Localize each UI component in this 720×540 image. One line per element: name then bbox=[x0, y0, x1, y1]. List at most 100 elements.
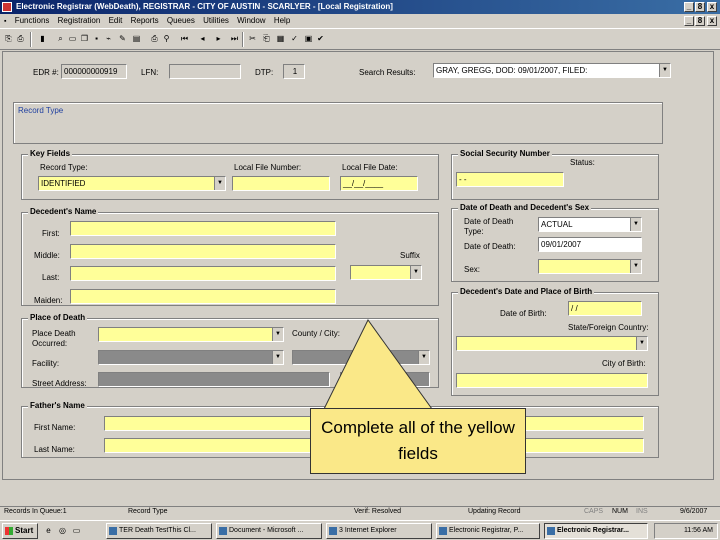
street-address-field[interactable] bbox=[98, 372, 330, 387]
first-record-icon[interactable]: ⏮ bbox=[180, 34, 189, 44]
chevron-down-icon[interactable]: ▼ bbox=[636, 337, 647, 350]
notes-icon[interactable]: ▦ bbox=[276, 34, 285, 44]
spell-check-icon[interactable]: ✓ bbox=[290, 34, 299, 44]
prev-record-icon[interactable]: ◂ bbox=[198, 34, 207, 44]
ie-icon[interactable]: e bbox=[44, 526, 53, 536]
pin-icon[interactable]: ⚲ bbox=[162, 34, 171, 44]
menu-functions[interactable]: Functions bbox=[15, 16, 50, 25]
suffix-label: Suffix bbox=[400, 251, 420, 260]
next-record-icon[interactable]: ▸ bbox=[214, 34, 223, 44]
outlook-icon[interactable]: ◎ bbox=[58, 526, 67, 536]
local-file-number-field[interactable] bbox=[232, 176, 330, 191]
status-queue: Records In Queue:1 bbox=[4, 508, 67, 515]
place-death-dropdown[interactable]: ▼ bbox=[98, 327, 284, 342]
dtp-label: DTP: bbox=[255, 68, 274, 77]
cut-icon[interactable]: ✂ bbox=[248, 34, 257, 44]
dod-field[interactable]: 09/01/2007 bbox=[538, 237, 642, 252]
menu-reports[interactable]: Reports bbox=[131, 16, 159, 25]
last-record-icon[interactable]: ⏭ bbox=[230, 34, 239, 44]
suffix-dropdown[interactable]: ▼ bbox=[350, 265, 422, 280]
start-button[interactable]: Start bbox=[2, 523, 38, 539]
menu-window[interactable]: Window bbox=[237, 16, 265, 25]
desktop-icon[interactable]: ▭ bbox=[72, 526, 81, 536]
status-verify: Verif: Resolved bbox=[354, 508, 402, 515]
record-type-dropdown[interactable]: IDENTIFIED ▼ bbox=[38, 176, 226, 191]
attach-icon[interactable]: ⌁ bbox=[104, 34, 113, 44]
dod-type-label: Date of Death Type: bbox=[464, 217, 514, 236]
first-name-field[interactable] bbox=[70, 221, 336, 236]
chevron-down-icon[interactable]: ▼ bbox=[272, 351, 283, 364]
chevron-down-icon[interactable]: ▼ bbox=[659, 64, 670, 77]
menu-doc-icon: ▪ bbox=[4, 18, 7, 25]
doc-close-button[interactable]: x bbox=[707, 16, 717, 26]
window-icon[interactable]: ▤ bbox=[132, 34, 141, 44]
callout-note: Complete all of the yellow fields bbox=[310, 408, 526, 474]
sex-label: Sex: bbox=[464, 265, 481, 274]
dob-field[interactable]: / / bbox=[568, 301, 642, 316]
check-icon[interactable]: ✔ bbox=[316, 34, 325, 44]
task-app-icon bbox=[547, 527, 555, 535]
date-of-death-group: Date of Death and Decedent's Sex Date of… bbox=[451, 203, 659, 282]
chevron-down-icon[interactable]: ▼ bbox=[410, 266, 421, 279]
start-label: Start bbox=[15, 526, 34, 535]
facility-label: Facility: bbox=[32, 359, 60, 368]
menu-edit[interactable]: Edit bbox=[109, 16, 123, 25]
task-electronic-registrar-active[interactable]: Electronic Registrar... bbox=[544, 523, 648, 539]
lock-icon[interactable]: ▮ bbox=[38, 34, 47, 44]
clipboard-icon[interactable]: ▣ bbox=[304, 34, 313, 44]
birth-title: Decedent's Date and Place of Birth bbox=[458, 287, 595, 296]
menu-utilities[interactable]: Utilities bbox=[203, 16, 229, 25]
task-electronic-registrar[interactable]: Electronic Registrar, P... bbox=[436, 523, 540, 539]
minimize-button[interactable]: _ bbox=[684, 2, 694, 12]
binoculars-icon[interactable]: ⌕ bbox=[56, 34, 65, 44]
city-of-birth-field[interactable] bbox=[456, 373, 648, 388]
dod-type-value: ACTUAL bbox=[541, 220, 573, 229]
status-caps: CAPS bbox=[584, 508, 604, 515]
app-icon bbox=[2, 2, 12, 12]
chevron-down-icon[interactable]: ▼ bbox=[214, 177, 225, 190]
callout-pointer bbox=[323, 319, 433, 410]
ssn-field[interactable]: - - bbox=[456, 172, 564, 187]
chevron-down-icon[interactable]: ▼ bbox=[272, 328, 283, 341]
chevron-down-icon[interactable]: ▼ bbox=[630, 260, 641, 273]
lfn-field[interactable] bbox=[169, 64, 241, 79]
save-icon[interactable]: ▪ bbox=[92, 34, 101, 44]
close-button[interactable]: x bbox=[707, 2, 717, 12]
edr-label: EDR #: bbox=[33, 68, 59, 77]
task-ter-death[interactable]: TER Death TestThis Cl... bbox=[106, 523, 212, 539]
record-type-panel-label: Record Type bbox=[18, 106, 64, 115]
edit-icon[interactable]: ✎ bbox=[118, 34, 127, 44]
print-preview-icon[interactable]: ⎙ bbox=[150, 34, 159, 44]
local-file-number-label: Local File Number: bbox=[234, 163, 302, 172]
clock: 11:56 AM bbox=[683, 527, 713, 534]
sex-dropdown[interactable]: ▼ bbox=[538, 259, 642, 274]
last-name-field[interactable] bbox=[70, 266, 336, 281]
middle-name-field[interactable] bbox=[70, 244, 336, 259]
chevron-down-icon[interactable]: ▼ bbox=[630, 218, 641, 231]
open-icon[interactable]: ▭ bbox=[68, 34, 77, 44]
search-results-label: Search Results: bbox=[359, 68, 416, 77]
task-label: Document - Microsoft ... bbox=[229, 527, 304, 534]
search-results-dropdown[interactable]: GRAY, GREGG, DOD: 09/01/2007, FILED: ▼ bbox=[433, 63, 671, 78]
doc-minimize-button[interactable]: _ bbox=[684, 16, 694, 26]
local-file-date-label: Local File Date: bbox=[342, 163, 398, 172]
menu-queues[interactable]: Queues bbox=[167, 16, 195, 25]
father-last-name-label: Last Name: bbox=[34, 445, 75, 454]
facility-dropdown[interactable]: ▼ bbox=[98, 350, 284, 365]
local-file-date-field[interactable]: __/__/____ bbox=[340, 176, 418, 191]
state-country-dropdown[interactable]: ▼ bbox=[456, 336, 648, 351]
middle-name-label: Middle: bbox=[34, 251, 60, 260]
task-internet-explorer[interactable]: 3 Internet Explorer bbox=[326, 523, 432, 539]
new-icon[interactable]: ⎘ bbox=[4, 34, 13, 44]
print-icon[interactable]: ⎙ bbox=[16, 34, 25, 44]
task-document[interactable]: Document - Microsoft ... bbox=[216, 523, 322, 539]
copy-icon[interactable]: ❐ bbox=[80, 34, 89, 44]
maiden-name-field[interactable] bbox=[70, 289, 336, 304]
menu-registration[interactable]: Registration bbox=[58, 16, 101, 25]
doc-maximize-button[interactable]: 8 bbox=[695, 16, 705, 26]
dod-type-dropdown[interactable]: ACTUAL ▼ bbox=[538, 217, 642, 232]
maximize-button[interactable]: 8 bbox=[695, 2, 705, 12]
paste-icon[interactable]: ⎗ bbox=[262, 34, 271, 44]
key-fields-title: Key Fields bbox=[28, 149, 73, 158]
menu-help[interactable]: Help bbox=[274, 16, 290, 25]
